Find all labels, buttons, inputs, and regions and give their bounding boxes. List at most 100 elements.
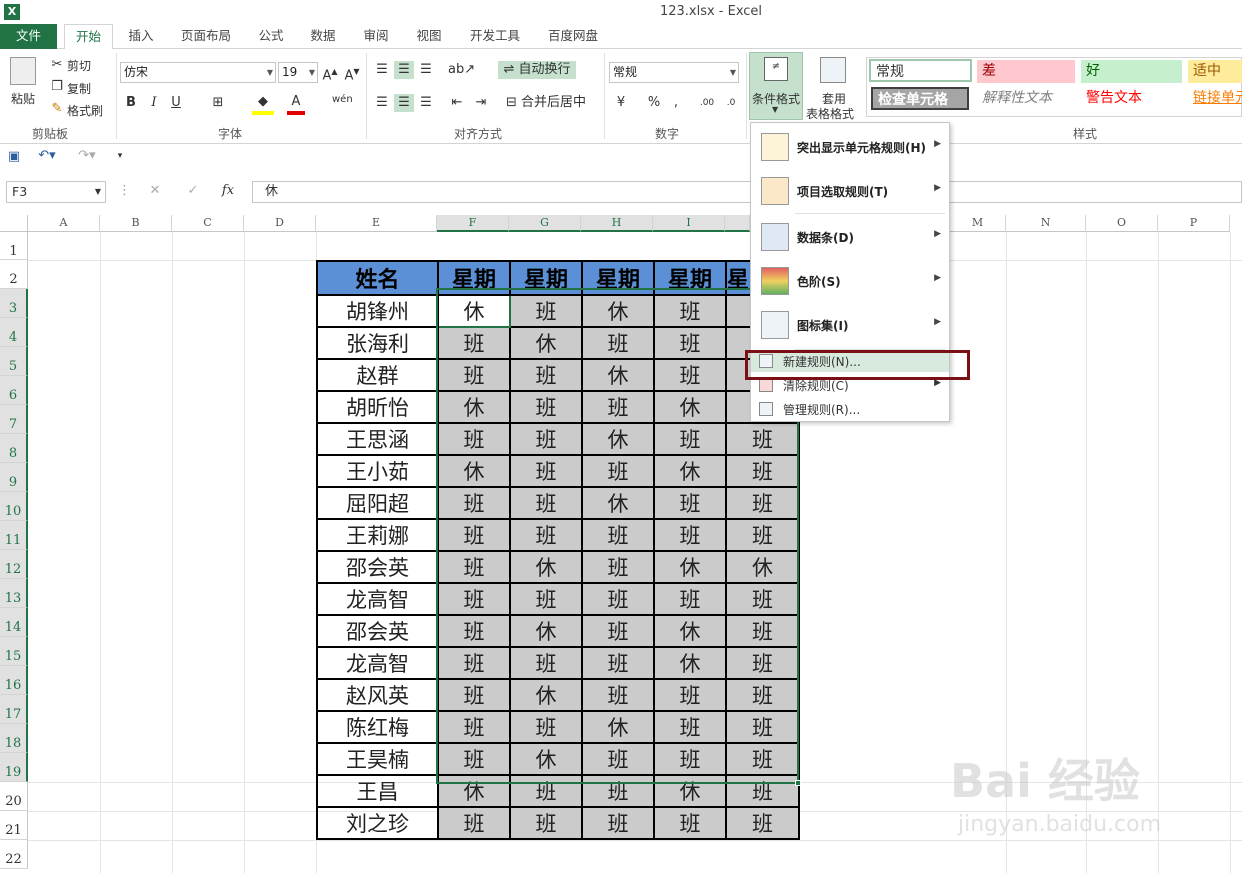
shift-cell[interactable]: 休 <box>581 710 655 744</box>
shift-cell[interactable]: 班 <box>581 614 655 648</box>
shift-cell[interactable]: 班 <box>437 358 511 392</box>
shift-cell[interactable]: 休 <box>509 742 583 776</box>
conditional-formatting-button[interactable]: ≠ 条件格式 ▼ <box>749 52 803 120</box>
tab-formulas[interactable]: 公式 <box>248 24 294 49</box>
row-header[interactable]: 11 <box>0 521 28 550</box>
style-explanatory[interactable]: 解释性文本 <box>977 87 1075 110</box>
column-header[interactable]: O <box>1086 215 1158 232</box>
menu-item-color-scales[interactable]: 色阶(S) ▶ <box>751 259 949 303</box>
shift-cell[interactable]: 休 <box>581 422 655 456</box>
active-cell[interactable]: 休 <box>437 294 511 328</box>
shift-cell[interactable]: 休 <box>509 614 583 648</box>
row-header[interactable]: 4 <box>0 318 28 347</box>
row-header[interactable]: 5 <box>0 347 28 376</box>
shift-cell[interactable]: 休 <box>653 454 727 488</box>
column-header[interactable]: P <box>1158 215 1230 232</box>
name-cell[interactable]: 屈阳超 <box>316 486 439 520</box>
shift-cell[interactable]: 班 <box>437 326 511 360</box>
row-header[interactable]: 21 <box>0 811 28 840</box>
font-name-select[interactable]: 仿宋 ▼ <box>120 62 276 83</box>
name-box[interactable]: F3 ▼ <box>6 181 106 203</box>
paste-icon[interactable] <box>10 57 36 85</box>
align-bottom-icon[interactable]: ☰ <box>417 61 435 79</box>
tab-baidu-netdisk[interactable]: 百度网盘 <box>538 24 608 49</box>
shift-cell[interactable]: 班 <box>581 550 655 584</box>
column-header[interactable]: E <box>316 215 437 232</box>
undo-icon[interactable]: ↶▾ <box>34 147 60 165</box>
column-header[interactable]: F <box>437 215 509 232</box>
shift-cell[interactable]: 休 <box>437 774 511 808</box>
column-header[interactable]: M <box>950 215 1006 232</box>
shift-cell[interactable]: 班 <box>509 486 583 520</box>
header-cell[interactable]: 星期 <box>581 260 655 296</box>
confirm-icon[interactable]: ✓ <box>184 182 202 200</box>
header-cell[interactable]: 姓名 <box>316 260 439 296</box>
style-good[interactable]: 好 <box>1081 60 1182 83</box>
tab-view[interactable]: 视图 <box>406 24 452 49</box>
currency-icon[interactable]: ¥ <box>610 94 632 112</box>
shift-cell[interactable]: 班 <box>653 742 727 776</box>
align-middle-icon[interactable]: ☰ <box>394 61 414 79</box>
shift-cell[interactable]: 班 <box>581 678 655 712</box>
cancel-icon[interactable]: ✕ <box>146 182 164 200</box>
shift-cell[interactable]: 班 <box>653 422 727 456</box>
insert-function-icon[interactable]: fx <box>218 182 238 200</box>
tab-home[interactable]: 开始 <box>64 24 113 50</box>
tab-page-layout[interactable]: 页面布局 <box>170 24 242 49</box>
copy-button[interactable]: 复制 <box>67 80 91 97</box>
row-header[interactable]: 7 <box>0 405 28 434</box>
column-header[interactable]: H <box>581 215 653 232</box>
shift-cell[interactable]: 班 <box>725 742 800 776</box>
shift-cell[interactable]: 休 <box>653 550 727 584</box>
shift-cell[interactable]: 班 <box>653 582 727 616</box>
shift-cell[interactable]: 班 <box>509 806 583 840</box>
column-header[interactable]: B <box>100 215 172 232</box>
style-warning[interactable]: 警告文本 <box>1081 87 1182 110</box>
row-header[interactable]: 13 <box>0 579 28 608</box>
row-header[interactable]: 8 <box>0 434 28 463</box>
shift-cell[interactable]: 休 <box>437 454 511 488</box>
style-bad[interactable]: 差 <box>977 60 1075 83</box>
shift-cell[interactable]: 班 <box>437 678 511 712</box>
name-cell[interactable]: 龙高智 <box>316 646 439 680</box>
shift-cell[interactable]: 班 <box>725 582 800 616</box>
row-header[interactable]: 18 <box>0 724 28 753</box>
underline-button[interactable]: U <box>168 94 184 112</box>
shift-cell[interactable]: 班 <box>437 806 511 840</box>
menu-item-top-bottom-rules[interactable]: 项目选取规则(T) ▶ <box>751 169 949 213</box>
shift-cell[interactable]: 班 <box>437 646 511 680</box>
select-all-corner[interactable] <box>0 215 28 232</box>
row-header[interactable]: 9 <box>0 463 28 492</box>
row-header[interactable]: 3 <box>0 289 28 318</box>
fill-handle[interactable] <box>795 780 801 786</box>
shift-cell[interactable]: 班 <box>581 646 655 680</box>
row-header[interactable]: 2 <box>0 260 28 289</box>
header-cell[interactable]: 星期 <box>509 260 583 296</box>
shift-cell[interactable]: 休 <box>725 550 800 584</box>
shift-cell[interactable]: 班 <box>581 774 655 808</box>
shift-cell[interactable]: 班 <box>725 614 800 648</box>
name-cell[interactable]: 邵会英 <box>316 550 439 584</box>
shift-cell[interactable]: 休 <box>509 678 583 712</box>
row-header[interactable]: 19 <box>0 753 28 782</box>
shift-cell[interactable]: 班 <box>653 518 727 552</box>
shift-cell[interactable]: 班 <box>653 678 727 712</box>
shift-cell[interactable]: 休 <box>653 390 727 424</box>
shift-cell[interactable]: 班 <box>653 710 727 744</box>
row-header[interactable]: 14 <box>0 608 28 637</box>
borders-icon[interactable]: ⊞ <box>208 94 228 112</box>
shift-cell[interactable]: 班 <box>581 454 655 488</box>
shift-cell[interactable]: 班 <box>581 390 655 424</box>
shift-cell[interactable]: 班 <box>581 326 655 360</box>
name-cell[interactable]: 刘之珍 <box>316 806 439 840</box>
column-header[interactable]: D <box>244 215 316 232</box>
format-painter-button[interactable]: 格式刷 <box>67 102 103 119</box>
shift-cell[interactable]: 班 <box>581 806 655 840</box>
style-check-cell[interactable]: 检查单元格 <box>871 87 969 110</box>
decrease-font-icon[interactable]: A▼ <box>344 63 360 85</box>
column-header[interactable] <box>725 215 750 232</box>
name-cell[interactable]: 王小茹 <box>316 454 439 488</box>
menu-item-data-bars[interactable]: 数据条(D) ▶ <box>751 215 949 259</box>
shift-cell[interactable]: 班 <box>725 806 800 840</box>
shift-cell[interactable]: 班 <box>653 806 727 840</box>
